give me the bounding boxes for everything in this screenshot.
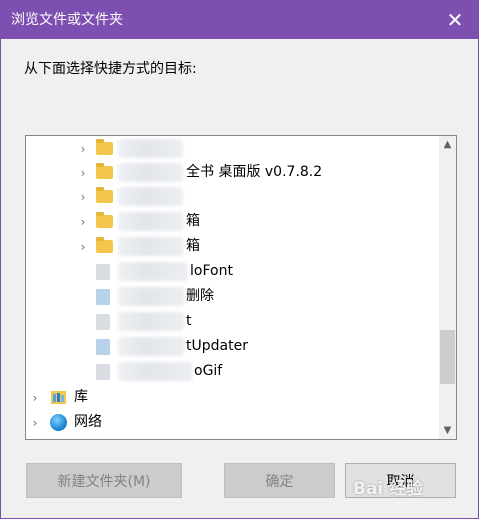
folder-icon [96,163,113,179]
blurred-name [118,337,184,356]
network-icon [50,414,67,431]
scroll-up-icon[interactable]: ▲ [439,136,456,153]
tree-item-label: 网络 [74,414,102,430]
folder-icon [96,187,113,203]
ok-button[interactable]: 确定 [224,463,335,498]
tree-item[interactable]: › [26,184,436,209]
tree-item-label: 库 [74,389,88,405]
tree-item-label: 箱 [186,238,200,254]
chevron-right-icon[interactable]: › [76,160,90,185]
chevron-right-icon[interactable]: › [28,410,42,435]
folder-tree[interactable]: › › 全书 桌面版 v0.7.8.2 › › 箱 › 箱 loFont 删除 … [25,135,457,440]
tree-item[interactable]: › [26,136,436,161]
library-icon [51,391,66,404]
tree-item[interactable]: t [26,309,436,334]
file-icon [96,264,110,280]
file-icon [96,339,110,355]
tree-item[interactable]: tUpdater [26,334,436,359]
close-button[interactable]: ✕ [432,1,478,39]
tree-item-label: loFont [190,263,233,279]
tree-item-label: 删除 [186,288,214,304]
folder-icon [96,139,113,155]
file-icon [96,289,110,305]
chevron-right-icon[interactable]: › [76,234,90,259]
blurred-name [118,237,183,256]
folder-icon [96,212,113,228]
tree-item-library[interactable]: › 库 [26,385,436,410]
cancel-button[interactable]: 取消 [345,463,456,498]
scroll-down-icon[interactable]: ▼ [439,422,456,439]
dialog-title: 浏览文件或文件夹 [11,12,123,28]
tree-item[interactable]: oGif [26,359,436,384]
scroll-thumb[interactable] [440,330,455,384]
blurred-name [118,362,192,381]
file-icon [96,314,110,330]
blurred-name [118,139,183,158]
tree-item[interactable]: › 全书 桌面版 v0.7.8.2 [26,160,436,185]
tree-item[interactable]: › 箱 [26,209,436,234]
new-folder-button[interactable]: 新建文件夹(M) [26,463,182,498]
tree-item-label: tUpdater [186,338,248,354]
chevron-right-icon[interactable]: › [76,184,90,209]
tree-item[interactable]: › 箱 [26,234,436,259]
blurred-name [118,212,183,231]
tree-item-label: 全书 桌面版 v0.7.8.2 [186,164,323,180]
file-icon [96,364,110,380]
tree-item-label: oGif [194,363,223,379]
vertical-scrollbar[interactable]: ▲ ▼ [439,136,456,439]
tree-item-label: t [186,313,192,329]
tree-item[interactable]: 删除 [26,284,436,309]
blurred-name [118,287,184,306]
tree-item-label: 箱 [186,213,200,229]
title-bar[interactable]: 浏览文件或文件夹 ✕ [1,1,478,39]
tree-item[interactable]: loFont [26,259,436,284]
chevron-right-icon[interactable]: › [28,385,42,410]
blurred-name [118,187,183,206]
blurred-name [118,312,184,331]
folder-icon [96,237,113,253]
instruction-label: 从下面选择快捷方式的目标: [24,61,197,77]
blurred-name [118,262,188,281]
close-icon: ✕ [446,8,464,32]
tree-item-network[interactable]: › 网络 [26,410,436,435]
chevron-right-icon[interactable]: › [76,209,90,234]
browse-dialog: 浏览文件或文件夹 ✕ 从下面选择快捷方式的目标: › › 全书 桌面版 v0.7… [0,0,479,519]
blurred-name [118,163,183,182]
chevron-right-icon[interactable]: › [76,136,90,161]
